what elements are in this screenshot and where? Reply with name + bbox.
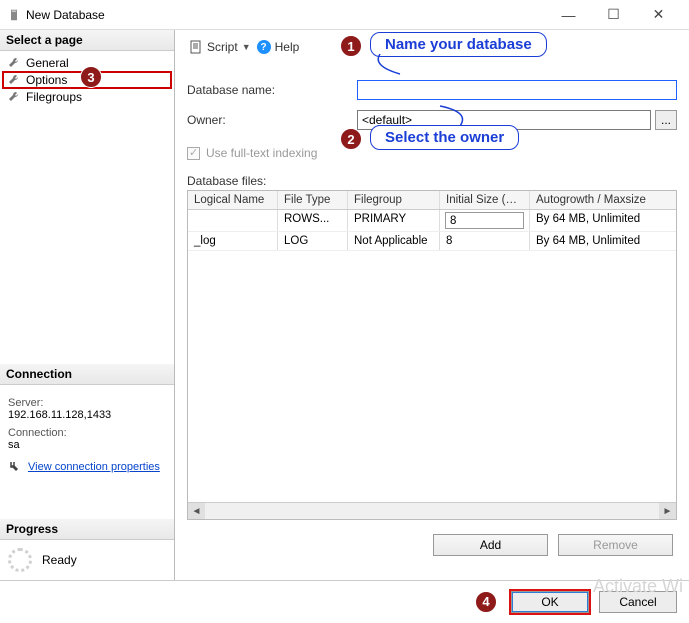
progress-header: Progress xyxy=(0,519,174,540)
wrench-icon xyxy=(8,57,20,69)
annotation-badge-2: 2 xyxy=(340,128,362,150)
owner-label: Owner: xyxy=(187,113,357,127)
table-row[interactable]: ROWS... PRIMARY 8 By 64 MB, Unlimited xyxy=(188,210,676,232)
scroll-left-icon[interactable]: ◄ xyxy=(188,503,205,520)
server-value: 192.168.11.128,1433 xyxy=(8,409,166,421)
script-label: Script xyxy=(207,40,238,54)
cell-type: ROWS... xyxy=(278,210,348,231)
database-name-input[interactable] xyxy=(357,80,677,100)
nav-label: Filegroups xyxy=(26,90,82,104)
pages-header: Select a page xyxy=(0,30,174,51)
fulltext-label: Use full-text indexing xyxy=(206,146,317,160)
annotation-badge-4: 4 xyxy=(475,591,497,613)
ok-highlight: OK xyxy=(509,589,591,615)
dialog-footer: 4 OK Cancel xyxy=(0,580,689,622)
fulltext-checkbox xyxy=(187,147,200,160)
window-title: New Database xyxy=(26,8,105,22)
database-icon xyxy=(8,9,20,21)
chevron-down-icon: ▼ xyxy=(242,42,251,52)
progress-status: Ready xyxy=(42,553,77,567)
annotation-badge-3: 3 xyxy=(80,66,102,88)
view-connection-properties-link[interactable]: View connection properties xyxy=(28,461,160,473)
wrench-icon xyxy=(8,74,20,86)
help-button[interactable]: ? Help xyxy=(257,40,300,54)
help-icon: ? xyxy=(257,40,271,54)
cell-type: LOG xyxy=(278,232,348,250)
nav-label: Options xyxy=(26,73,67,87)
horizontal-scrollbar[interactable]: ◄ ► xyxy=(188,502,676,519)
connection-label: Connection: xyxy=(8,427,166,439)
dbname-label: Database name: xyxy=(187,83,357,97)
help-label: Help xyxy=(275,40,300,54)
connection-value: sa xyxy=(8,439,166,451)
col-filegroup[interactable]: Filegroup xyxy=(348,191,440,209)
script-icon xyxy=(189,40,203,54)
annotation-callout-2: Select the owner xyxy=(370,125,519,150)
cell-name[interactable] xyxy=(188,210,278,231)
progress-box: Ready xyxy=(0,540,174,580)
add-button[interactable]: Add xyxy=(433,534,548,556)
table-row[interactable]: _log LOG Not Applicable 8 By 64 MB, Unli… xyxy=(188,232,676,251)
titlebar: New Database — ☐ ✕ xyxy=(0,0,689,30)
nav-filegroups[interactable]: Filegroups xyxy=(2,89,172,105)
cancel-button[interactable]: Cancel xyxy=(599,591,677,613)
nav-label: General xyxy=(26,56,69,70)
scroll-right-icon[interactable]: ► xyxy=(659,503,676,520)
ok-button[interactable]: OK xyxy=(511,591,589,613)
cell-growth: By 64 MB, Unlimited xyxy=(530,210,676,231)
cell-size[interactable]: 8 xyxy=(440,232,530,250)
col-logical-name[interactable]: Logical Name xyxy=(188,191,278,209)
files-label: Database files: xyxy=(187,174,677,188)
remove-button: Remove xyxy=(558,534,673,556)
annotation-callout-1: Name your database xyxy=(370,32,547,57)
col-autogrowth[interactable]: Autogrowth / Maxsize xyxy=(530,191,676,209)
progress-spinner-icon xyxy=(8,548,32,572)
connection-info: Server: 192.168.11.128,1433 Connection: … xyxy=(0,385,174,479)
minimize-button[interactable]: — xyxy=(546,0,591,30)
connection-icon xyxy=(8,461,22,473)
cell-group: PRIMARY xyxy=(348,210,440,231)
maximize-button[interactable]: ☐ xyxy=(591,0,636,30)
connection-header: Connection xyxy=(0,364,174,385)
cell-growth: By 64 MB, Unlimited xyxy=(530,232,676,250)
left-pane: Select a page General Options Filegroups… xyxy=(0,30,175,580)
col-initial-size[interactable]: Initial Size (MB) xyxy=(440,191,530,209)
database-files-grid[interactable]: Logical Name File Type Filegroup Initial… xyxy=(187,190,677,520)
cell-size[interactable]: 8 xyxy=(440,210,530,231)
annotation-badge-1: 1 xyxy=(340,35,362,57)
owner-browse-button[interactable]: ... xyxy=(655,110,677,130)
script-dropdown[interactable]: Script ▼ xyxy=(189,40,251,54)
right-pane: Script ▼ ? Help Database name: Owner: ..… xyxy=(175,30,689,580)
cell-name[interactable]: _log xyxy=(188,232,278,250)
wrench-icon xyxy=(8,91,20,103)
server-label: Server: xyxy=(8,397,166,409)
cell-group: Not Applicable xyxy=(348,232,440,250)
col-file-type[interactable]: File Type xyxy=(278,191,348,209)
close-button[interactable]: ✕ xyxy=(636,0,681,30)
